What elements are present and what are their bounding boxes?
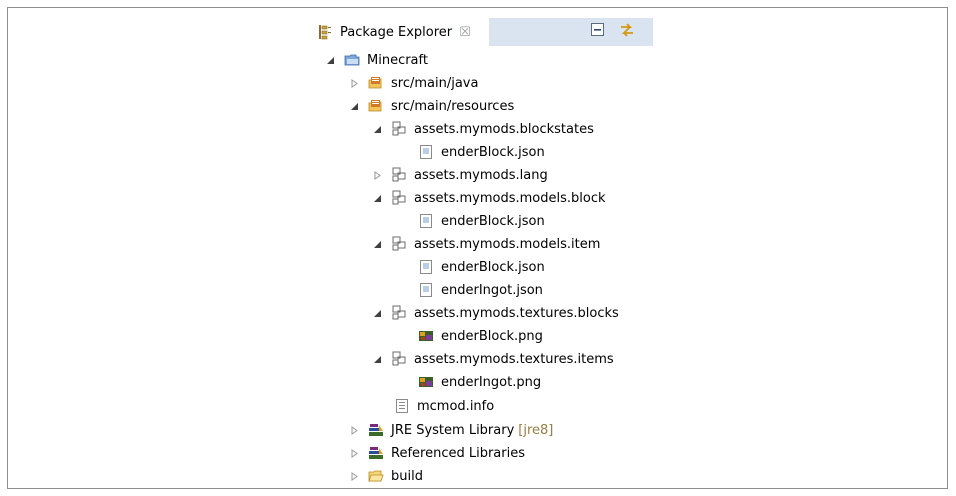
expand-toggle-icon[interactable] [350,78,359,88]
expand-toggle-icon[interactable] [350,448,359,458]
tree-node-label: assets.mymods.models.block [414,190,606,206]
package-icon [392,167,406,182]
tree-node[interactable]: enderBlock.png [397,325,543,347]
expand-toggle-icon[interactable] [373,125,382,134]
project-folder-icon [344,54,360,66]
tree-node-label: enderBlock.json [441,259,545,275]
tree-node-label: Minecraft [367,52,428,68]
tree-node-label: mcmod.info [417,398,495,414]
jre-version-decoration: [jre8] [518,422,554,438]
tree-node[interactable]: assets.mymods.textures.items [373,348,614,370]
tree-node-label: assets.mymods.lang [414,167,548,183]
tree-node[interactable]: mcmod.info [373,395,494,417]
tree-node-label: enderBlock.json [441,213,545,229]
package-icon [392,305,406,320]
expand-toggle-icon[interactable] [350,425,359,435]
tree-node[interactable]: enderBlock.json [397,210,545,232]
tree-node-label: assets.mymods.blockstates [414,121,594,137]
tree-node-label: build [391,468,423,484]
expand-toggle-icon[interactable] [350,471,359,481]
expand-toggle-icon[interactable] [373,240,382,249]
image-file-icon [419,331,433,341]
package-explorer-icon [319,25,331,40]
expand-toggle-icon[interactable] [350,102,359,111]
tree-node[interactable]: enderBlock.json [397,256,545,278]
source-folder-icon [368,100,382,112]
package-icon [392,236,406,251]
tree-node[interactable]: enderIngot.json [397,279,543,301]
tree-node[interactable]: src/main/resources [350,95,514,117]
tree-node-label: JRE System Library [391,422,515,438]
tab-package-explorer[interactable]: Package Explorer ☒ [311,16,489,48]
expand-toggle-icon[interactable] [373,170,382,180]
tree-node[interactable]: enderIngot.png [397,371,541,393]
tree-node[interactable]: assets.mymods.models.block [373,187,606,209]
collapse-all-icon[interactable] [589,21,607,39]
tree-node-label: src/main/java [391,75,479,91]
package-icon [392,190,406,205]
tree-node[interactable]: build [350,465,423,487]
expand-toggle-icon[interactable] [326,56,335,65]
tree-node-label: Referenced Libraries [391,445,525,461]
tree-node[interactable]: JRE System Library [jre8] [350,419,553,441]
library-icon [369,424,383,436]
file-icon [420,283,432,297]
image-file-icon [419,377,433,387]
file-icon [396,399,408,413]
tree-node[interactable]: Referenced Libraries [350,442,525,464]
library-icon [369,447,383,459]
tab-title: Package Explorer [340,24,453,40]
file-icon [420,214,432,228]
close-icon[interactable]: ☒ [459,25,471,40]
tree-node-label: src/main/resources [391,98,515,114]
expand-toggle-icon[interactable] [373,309,382,318]
tree-node[interactable]: assets.mymods.lang [373,164,548,186]
folder-icon [368,470,384,482]
tree-node-label: assets.mymods.models.item [414,236,601,252]
tree-node[interactable]: Minecraft [326,49,428,71]
file-icon [420,145,432,159]
source-folder-icon [368,77,382,89]
expand-toggle-icon[interactable] [373,194,382,203]
tree-node[interactable]: assets.mymods.blockstates [373,118,594,140]
package-icon [392,351,406,366]
tree-node[interactable]: src/main/java [350,72,478,94]
file-icon [420,260,432,274]
tree-node-label: enderIngot.png [441,374,542,390]
tree-node-label: enderBlock.json [441,144,545,160]
expand-toggle-icon[interactable] [373,355,382,364]
package-icon [392,121,406,136]
tree-node[interactable]: assets.mymods.models.item [373,233,600,255]
link-with-editor-icon[interactable] [618,21,636,39]
tree-node-label: enderBlock.png [441,328,543,344]
tree-node-label: enderIngot.json [441,282,543,298]
tree-node[interactable]: enderBlock.json [397,141,545,163]
tree-node-label: assets.mymods.textures.blocks [414,305,619,321]
tree-node[interactable]: assets.mymods.textures.blocks [373,302,619,324]
tree-node-label: assets.mymods.textures.items [414,351,614,367]
